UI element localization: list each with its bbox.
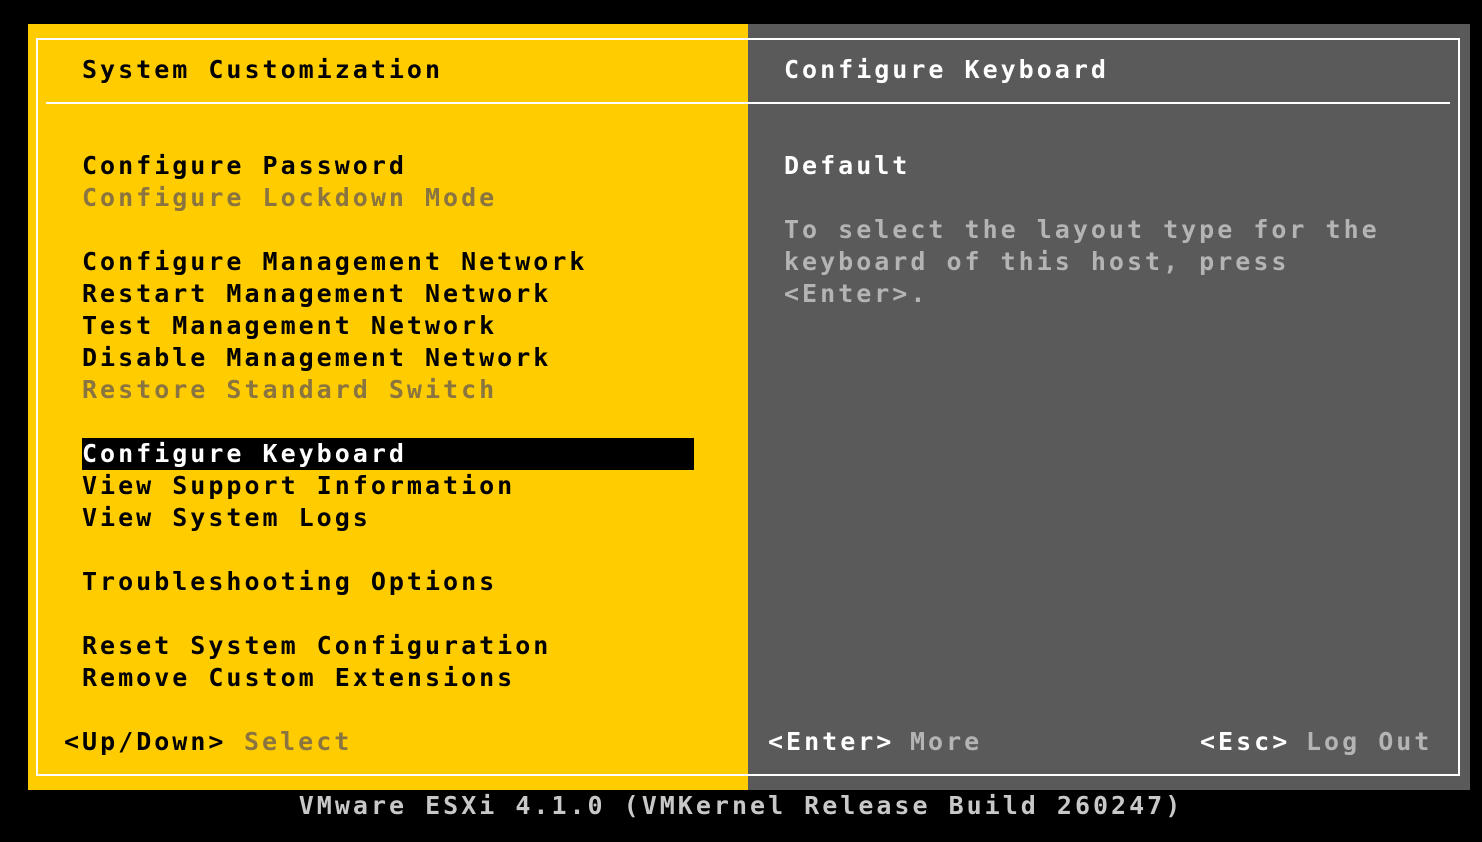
status-bar-version: VMware ESXi 4.1.0 (VMKernel Release Buil… (0, 790, 1482, 822)
hint-enter-key: <Enter> (768, 727, 895, 756)
hint-up-down-key: <Up/Down> (64, 727, 227, 756)
hint-more-label: More (910, 727, 983, 756)
left-panel-title: System Customization (82, 55, 444, 84)
menu-item-view-system-logs[interactable]: View System Logs (82, 502, 371, 534)
status-bar-text: VMware ESXi 4.1.0 (VMKernel Release Buil… (298, 791, 1184, 820)
description-line: To select the layout type for the (784, 215, 1380, 244)
right-panel-title: Configure Keyboard (784, 55, 1109, 84)
menu-item-test-management-network[interactable]: Test Management Network (82, 310, 497, 342)
menu-item-configure-keyboard[interactable]: Configure Keyboard (82, 438, 694, 470)
hint-select-label: Select (244, 727, 353, 756)
menu-item-view-support-information[interactable]: View Support Information (82, 470, 515, 502)
hint-esc-key: <Esc> (1200, 727, 1291, 756)
title-divider (46, 102, 1450, 104)
description-line: <Enter>. (784, 279, 929, 308)
menu-item-remove-custom-extensions[interactable]: Remove Custom Extensions (82, 662, 515, 694)
menu-item-configure-password[interactable]: Configure Password (82, 150, 407, 182)
menu-item-restore-standard-switch[interactable]: Restore Standard Switch (82, 374, 497, 406)
menu-item-troubleshooting-options[interactable]: Troubleshooting Options (82, 566, 497, 598)
right-panel (748, 24, 1470, 790)
menu-item-disable-management-network[interactable]: Disable Management Network (82, 342, 551, 374)
menu-item-restart-management-network[interactable]: Restart Management Network (82, 278, 551, 310)
hint-log-out-label: Log Out (1306, 727, 1433, 756)
console-screen: System Customization Configure Password … (0, 0, 1482, 842)
keyboard-layout-value: Default (784, 151, 911, 180)
menu-item-reset-system-configuration[interactable]: Reset System Configuration (82, 630, 551, 662)
menu-item-configure-management-network[interactable]: Configure Management Network (82, 246, 587, 278)
menu-item-configure-lockdown-mode[interactable]: Configure Lockdown Mode (82, 182, 497, 214)
description-line: keyboard of this host, press (784, 247, 1290, 276)
